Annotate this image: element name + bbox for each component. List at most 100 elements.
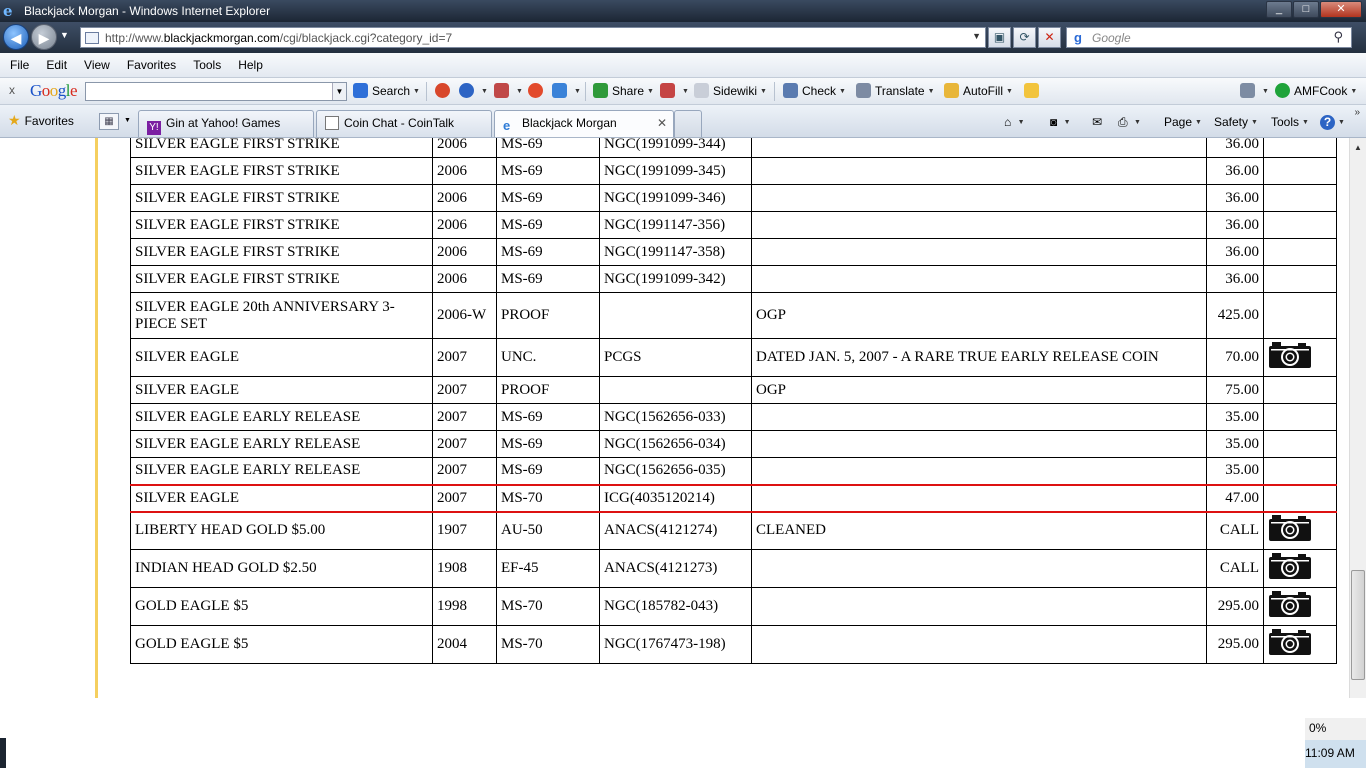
- table-row: INDIAN HEAD GOLD $2.50 1908 EF-45 ANACS(412…: [130, 549, 1337, 588]
- pencil-icon[interactable]: [1024, 83, 1043, 98]
- picasa-icon[interactable]: [528, 83, 547, 98]
- popup-blocker-icon[interactable]: ▼: [494, 83, 523, 98]
- grade-cell: MS-69: [496, 238, 600, 266]
- certification-cell: [599, 292, 752, 339]
- grade-cell: MS-70: [496, 587, 600, 626]
- star-icon: ★: [8, 112, 21, 128]
- print-icon[interactable]: ⎙ ▼: [1118, 115, 1141, 130]
- google-g-icon: [353, 83, 368, 98]
- camera-icon[interactable]: [1268, 514, 1312, 542]
- photo-cell[interactable]: [1263, 338, 1337, 377]
- year-cell: 2007: [432, 483, 497, 513]
- table-row: SILVER EAGLE EARLY RELEASE 2007 MS-69 NGC(1…: [130, 457, 1337, 485]
- compatibility-view-icon[interactable]: ▣: [988, 27, 1011, 48]
- tab-list-dropdown-icon[interactable]: ▼: [124, 117, 131, 124]
- read-mail-icon[interactable]: ✉: [1092, 115, 1102, 129]
- globe-icon[interactable]: ▼: [459, 83, 488, 98]
- spellcheck-button[interactable]: Check ▼: [783, 83, 846, 98]
- url-text[interactable]: http://www.blackjackmorgan.com/cgi/black…: [105, 31, 452, 45]
- spellcheck-icon: [783, 83, 798, 98]
- camera-icon[interactable]: [1268, 341, 1312, 369]
- grade-cell: MS-70: [496, 625, 600, 664]
- help-icon: ?: [1320, 115, 1335, 130]
- photo-cell[interactable]: [1263, 587, 1337, 626]
- search-icon[interactable]: ⚲: [1333, 29, 1343, 45]
- photo-cell: [1263, 292, 1337, 339]
- camera-icon[interactable]: [1268, 590, 1312, 618]
- stop-icon[interactable]: ✕: [1038, 27, 1061, 48]
- zoom-level[interactable]: 0%: [1305, 718, 1366, 740]
- address-tools: ▣ ⟳ ✕: [988, 27, 1063, 48]
- coin-name-cell: SILVER EAGLE FIRST STRIKE: [130, 211, 433, 239]
- menu-help[interactable]: Help: [228, 58, 270, 72]
- price-cell: 295.00: [1206, 587, 1264, 626]
- certification-cell: NGC(1991099-346): [599, 184, 752, 212]
- table-row: SILVER EAGLE FIRST STRIKE 2006 MS-69 NGC(19…: [130, 184, 1337, 212]
- back-button[interactable]: ◀: [3, 24, 29, 50]
- camera-icon[interactable]: [1268, 628, 1312, 656]
- maximize-button[interactable]: □: [1293, 1, 1319, 18]
- tools-menu-button[interactable]: Tools ▼: [1271, 115, 1309, 129]
- photo-cell[interactable]: [1263, 549, 1337, 588]
- new-tab-button[interactable]: [674, 110, 702, 137]
- search-box[interactable]: g Google ⚲: [1066, 27, 1352, 48]
- vertical-scrollbar[interactable]: ▲ ▼: [1349, 138, 1366, 712]
- menu-view[interactable]: View: [74, 58, 117, 72]
- photo-cell: [1263, 403, 1337, 431]
- menu-tools[interactable]: Tools: [183, 58, 228, 72]
- close-window-button[interactable]: ✕: [1320, 1, 1362, 18]
- certification-cell: NGC(1991147-356): [599, 211, 752, 239]
- safety-menu-button[interactable]: Safety ▼: [1214, 115, 1258, 129]
- pagerank-icon[interactable]: [435, 83, 454, 98]
- price-cell: 36.00: [1206, 138, 1264, 158]
- account-button[interactable]: AMFCook ▼: [1275, 83, 1357, 98]
- table-row: SILVER EAGLE EARLY RELEASE 2007 MS-69 NGC(1…: [130, 430, 1337, 458]
- year-cell: 2006-W: [432, 292, 497, 339]
- add-button-icon[interactable]: ▼: [552, 83, 581, 98]
- year-cell: 2006: [432, 238, 497, 266]
- help-menu-button[interactable]: ? ▼: [1320, 115, 1345, 130]
- menu-favorites[interactable]: Favorites: [117, 58, 183, 72]
- google-search-dropdown-icon[interactable]: ▼: [332, 83, 346, 100]
- translate-icon: [856, 83, 871, 98]
- forward-button[interactable]: ▶: [31, 24, 57, 50]
- address-bar[interactable]: http://www.blackjackmorgan.com/cgi/black…: [80, 27, 986, 48]
- coin-name-cell: SILVER EAGLE FIRST STRIKE: [130, 265, 433, 293]
- history-dropdown-icon[interactable]: ▼: [60, 30, 69, 40]
- quick-tabs-icon[interactable]: ▦: [99, 113, 119, 130]
- minimize-button[interactable]: _: [1266, 1, 1292, 18]
- notes-cell: CLEANED: [751, 511, 1207, 550]
- bookmark-icon[interactable]: ▼: [660, 83, 689, 98]
- scroll-up-icon[interactable]: ▲: [1350, 140, 1366, 156]
- photo-cell[interactable]: [1263, 625, 1337, 664]
- page-menu-button[interactable]: Page ▼: [1164, 115, 1202, 129]
- refresh-icon[interactable]: ⟳: [1013, 27, 1036, 48]
- google-search-button[interactable]: Search ▼: [353, 83, 420, 98]
- coin-listing-body: SILVER EAGLE FIRST STRIKE 2006 MS-69 NGC(19…: [130, 138, 1337, 664]
- table-row-highlighted: SILVER EAGLE 2007 MS-70 ICG(4035120214) 47.0…: [130, 483, 1337, 513]
- photo-cell[interactable]: [1263, 511, 1337, 550]
- year-cell: 2006: [432, 138, 497, 158]
- home-icon[interactable]: ⌂ ▼: [1004, 115, 1025, 129]
- translate-button[interactable]: Translate ▼: [856, 83, 935, 98]
- favorites-button[interactable]: ★ Favorites: [8, 112, 74, 129]
- wrench-settings-icon[interactable]: ▼: [1240, 83, 1269, 98]
- close-tab-icon[interactable]: ✕: [657, 116, 667, 130]
- address-dropdown-icon[interactable]: ▼: [972, 31, 981, 41]
- scroll-thumb[interactable]: [1351, 570, 1365, 680]
- camera-icon[interactable]: [1268, 552, 1312, 580]
- close-toolbar-icon[interactable]: x: [9, 83, 15, 97]
- tab-cointalk[interactable]: Coin Chat - CoinTalk: [316, 110, 492, 137]
- share-button[interactable]: Share ▼: [593, 83, 654, 98]
- tab-yahoo-games[interactable]: Y! Gin at Yahoo! Games: [138, 110, 314, 137]
- autofill-button[interactable]: AutoFill ▼: [944, 83, 1013, 98]
- more-commands-icon[interactable]: »: [1354, 107, 1360, 118]
- menu-file[interactable]: File: [0, 58, 36, 72]
- tab-blackjack-morgan[interactable]: e Blackjack Morgan ✕: [494, 110, 674, 137]
- google-search-input[interactable]: ▼: [85, 82, 347, 101]
- menu-edit[interactable]: Edit: [36, 58, 74, 72]
- notes-cell: [751, 549, 1207, 588]
- page-icon: [85, 31, 99, 44]
- sidewiki-button[interactable]: Sidewiki ▼: [694, 83, 767, 98]
- feeds-icon[interactable]: ◙ ▼: [1050, 115, 1071, 129]
